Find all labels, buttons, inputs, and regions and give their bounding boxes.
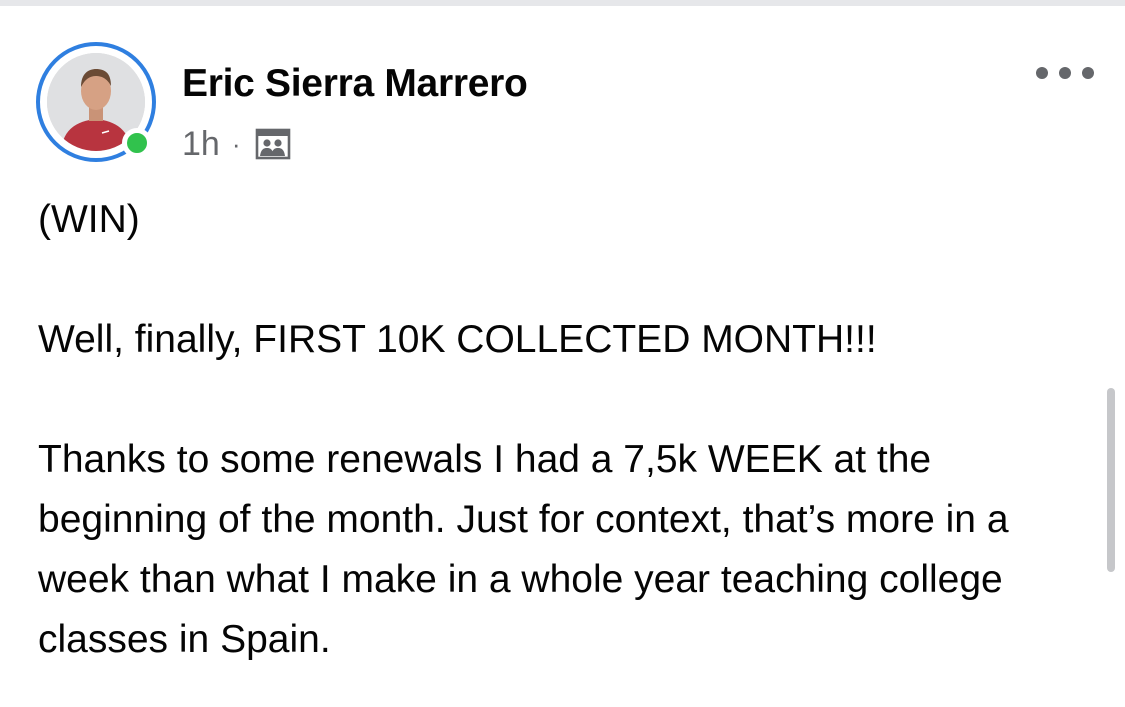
more-horizontal-icon [1036, 67, 1048, 79]
more-options-button[interactable] [1036, 60, 1094, 86]
author-avatar[interactable] [36, 42, 156, 162]
post-paragraph: Well, finally, FIRST 10K COLLECTED MONTH… [38, 318, 877, 361]
author-name[interactable]: Eric Sierra Marrero [182, 60, 528, 108]
post-paragraph: (WIN) [38, 198, 140, 241]
vertical-scrollbar[interactable] [1107, 388, 1115, 572]
top-divider [0, 0, 1125, 6]
online-status-indicator [122, 128, 152, 158]
post-timestamp[interactable]: 1h [182, 125, 220, 164]
group-photo-icon[interactable] [255, 127, 291, 161]
post-paragraph: Thanks to some renewals I had a 7,5k WEE… [38, 438, 1009, 661]
more-horizontal-icon [1059, 67, 1071, 79]
post-body: (WIN) Well, finally, FIRST 10K COLLECTED… [38, 190, 1088, 670]
meta-separator: · [231, 128, 241, 159]
more-horizontal-icon [1082, 67, 1094, 79]
post-meta: 1h · [182, 122, 291, 166]
